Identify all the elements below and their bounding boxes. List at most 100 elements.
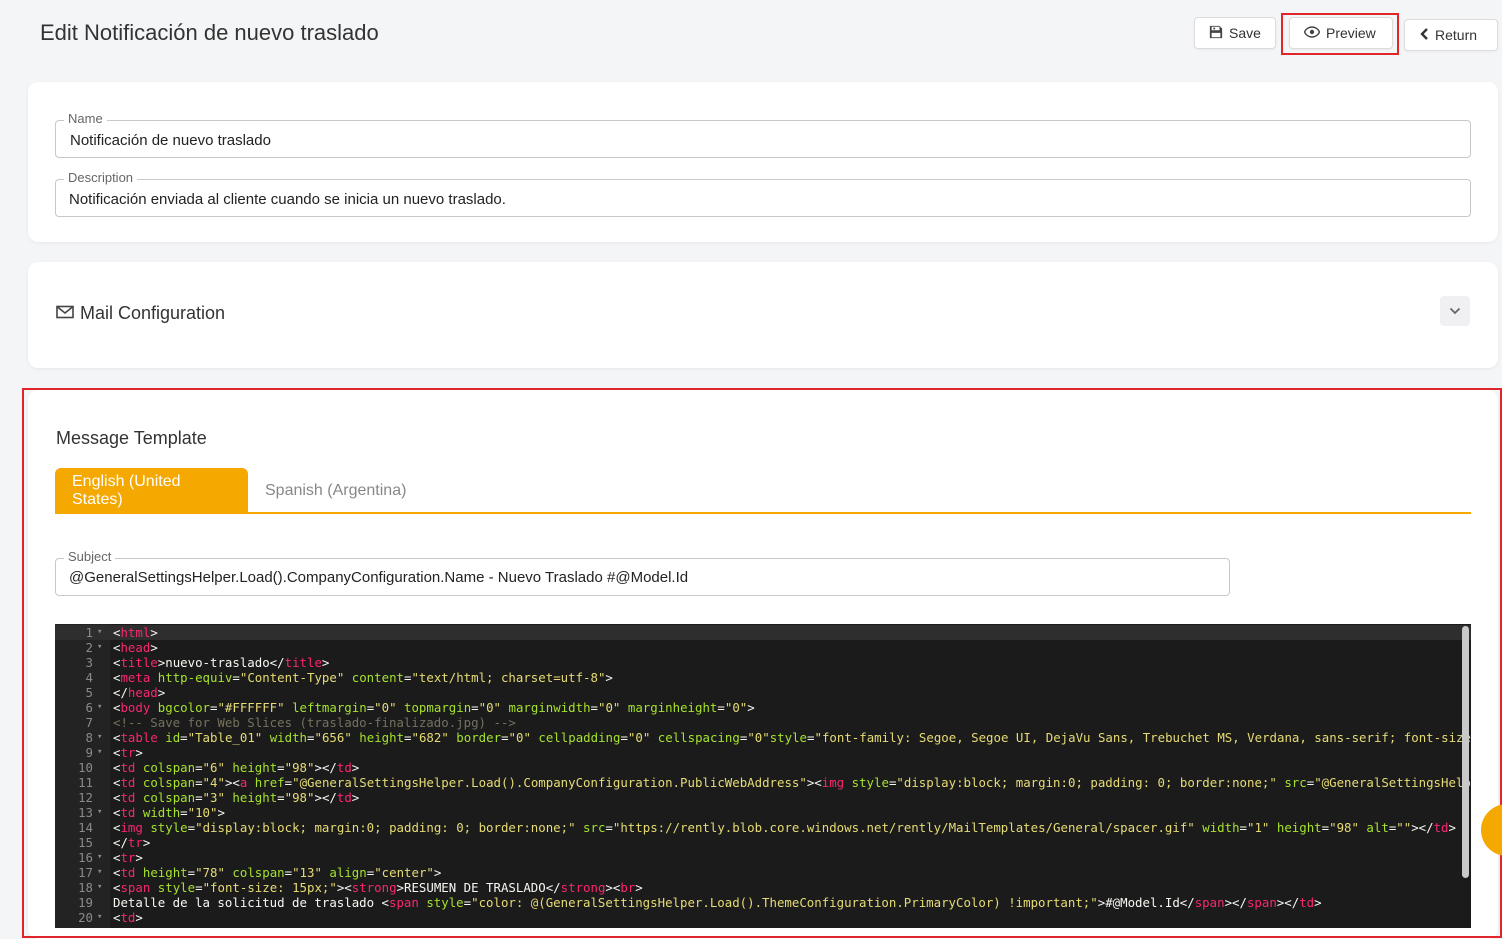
- tab-english[interactable]: English (United States): [55, 468, 248, 514]
- code-text: Detalle de la solicitud de traslado <spa…: [113, 895, 1322, 910]
- code-line: 19 Detalle de la solicitud de traslado <s…: [55, 895, 1471, 910]
- code-text: <img style="display:block; margin:0; pad…: [113, 820, 1456, 835]
- code-line: 18 ▾ <span style="font-size: 15px;"><stron…: [55, 880, 1471, 895]
- line-number: 5: [85, 685, 93, 700]
- code-text: <td height="78" colspan="13" align="cent…: [113, 865, 442, 880]
- code-line: 6 ▾ <body bgcolor="#FFFFFF" leftmargin="0"…: [55, 700, 1471, 715]
- name-field[interactable]: Name Notificación de nuevo traslado: [55, 111, 1471, 158]
- line-number: 2: [85, 640, 93, 655]
- code-text: <html>: [113, 625, 158, 640]
- code-text: <meta http-equiv="Content-Type" content=…: [113, 670, 613, 685]
- name-field-label: Name: [64, 111, 107, 126]
- chevron-down-icon: [1449, 302, 1461, 320]
- mail-configuration-card[interactable]: Mail Configuration: [28, 262, 1498, 368]
- code-line: 12 <td colspan="3" height="98"></td>: [55, 790, 1471, 805]
- name-field-value: Notificación de nuevo traslado: [70, 132, 271, 149]
- code-editor[interactable]: 1 ▾ <html> 2 ▾ <head> 3 <title>nuevo-traslado</…: [55, 624, 1471, 928]
- mail-configuration-title: Mail Configuration: [80, 303, 226, 323]
- line-number: 4: [85, 670, 93, 685]
- code-line: 1 ▾ <html>: [55, 625, 1471, 640]
- mail-configuration-header[interactable]: Mail Configuration: [56, 303, 225, 324]
- general-info-card: Name Notificación de nuevo traslado Desc…: [28, 82, 1498, 242]
- editor-scrollbar[interactable]: [1462, 626, 1469, 878]
- code-text: </tr>: [113, 835, 151, 850]
- code-line: 3 <title>nuevo-traslado</title>: [55, 655, 1471, 670]
- message-template-card: Message Template English (United States)…: [28, 390, 1498, 939]
- fold-arrow-icon[interactable]: ▾: [97, 730, 102, 745]
- line-number: 18: [78, 880, 93, 895]
- code-line: 8 ▾ <table id="Table_01" width="656" heigh…: [55, 730, 1471, 745]
- code-line: 14 <img style="display:block; margin:0; p…: [55, 820, 1471, 835]
- code-line: 20 ▾ <td>: [55, 910, 1471, 925]
- line-number: 16: [78, 850, 93, 865]
- code-line: 2 ▾ <head>: [55, 640, 1471, 655]
- subject-field[interactable]: Subject @GeneralSettingsHelper.Load().Co…: [55, 549, 1230, 596]
- code-text: <td>: [113, 910, 143, 925]
- code-text: <title>nuevo-traslado</title>: [113, 655, 330, 670]
- preview-button[interactable]: Preview: [1289, 17, 1393, 49]
- code-line: 4 <meta http-equiv="Content-Type" content…: [55, 670, 1471, 685]
- code-text: </head>: [113, 685, 166, 700]
- fold-arrow-icon[interactable]: ▾: [97, 805, 102, 820]
- fold-arrow-icon[interactable]: ▾: [97, 625, 102, 640]
- line-number: 6: [85, 700, 93, 715]
- code-line: 9 ▾ <tr>: [55, 745, 1471, 760]
- line-number: 8: [85, 730, 93, 745]
- code-line: 16 ▾ <tr>: [55, 850, 1471, 865]
- line-number: 12: [78, 790, 93, 805]
- save-button[interactable]: Save: [1194, 17, 1276, 49]
- code-text: <body bgcolor="#FFFFFF" leftmargin="0" t…: [113, 700, 755, 715]
- chevron-left-icon: [1419, 27, 1429, 43]
- line-number: 14: [78, 820, 93, 835]
- code-line: 17 ▾ <td height="78" colspan="13" align="c…: [55, 865, 1471, 880]
- fold-arrow-icon[interactable]: ▾: [97, 910, 102, 925]
- code-text: <tr>: [113, 745, 143, 760]
- line-number: 7: [85, 715, 93, 730]
- return-button[interactable]: Return: [1404, 19, 1498, 51]
- code-line: 7 <!-- Save for Web Slices (traslado-fina…: [55, 715, 1471, 730]
- preview-button-label: Preview: [1326, 25, 1376, 41]
- code-line: 10 <td colspan="6" height="98"></td>: [55, 760, 1471, 775]
- description-field-label: Description: [64, 170, 138, 185]
- line-number: 9: [85, 745, 93, 760]
- fold-arrow-icon[interactable]: ▾: [97, 745, 102, 760]
- subject-field-value: @GeneralSettingsHelper.Load().CompanyCon…: [69, 569, 689, 586]
- line-number: 11: [78, 775, 93, 790]
- code-line: 13 ▾ <td width="10">: [55, 805, 1471, 820]
- code-line: 11 <td colspan="4"><a href="@GeneralSetti…: [55, 775, 1471, 790]
- code-line: 5 </head>: [55, 685, 1471, 700]
- fold-arrow-icon[interactable]: ▾: [97, 880, 102, 895]
- line-number: 15: [78, 835, 93, 850]
- code-text: <head>: [113, 640, 158, 655]
- mail-configuration-toggle[interactable]: [1440, 296, 1470, 326]
- tab-spanish[interactable]: Spanish (Argentina): [248, 468, 423, 514]
- code-line: 15 </tr>: [55, 835, 1471, 850]
- description-field[interactable]: Description Notificación enviada al clie…: [55, 170, 1471, 217]
- fold-arrow-icon[interactable]: ▾: [97, 640, 102, 655]
- save-button-label: Save: [1229, 25, 1261, 41]
- description-field-value: Notificación enviada al cliente cuando s…: [69, 191, 506, 208]
- line-number: 3: [85, 655, 93, 670]
- line-number: 20: [78, 910, 93, 925]
- envelope-icon: [56, 303, 74, 324]
- subject-field-label: Subject: [64, 549, 116, 564]
- message-template-title: Message Template: [56, 428, 207, 448]
- floppy-disk-icon: [1209, 25, 1223, 42]
- code-text: <td colspan="3" height="98"></td>: [113, 790, 360, 805]
- page-title: Edit Notificación de nuevo traslado: [40, 20, 379, 45]
- language-tabs: English (United States) Spanish (Argenti…: [55, 468, 1471, 514]
- code-text: <td colspan="6" height="98"></td>: [113, 760, 360, 775]
- return-button-label: Return: [1435, 27, 1478, 43]
- line-number: 10: [78, 760, 93, 775]
- code-text: <td width="10">: [113, 805, 225, 820]
- code-text: <table id="Table_01" width="656" height=…: [113, 730, 1471, 745]
- line-number: 17: [78, 865, 93, 880]
- fold-arrow-icon[interactable]: ▾: [97, 865, 102, 880]
- line-number: 1: [85, 625, 93, 640]
- fold-arrow-icon[interactable]: ▾: [97, 700, 102, 715]
- line-number: 19: [78, 895, 93, 910]
- line-number: 13: [78, 805, 93, 820]
- code-text: <span style="font-size: 15px;"><strong>R…: [113, 880, 643, 895]
- code-text: <td colspan="4"><a href="@GeneralSetting…: [113, 775, 1471, 790]
- fold-arrow-icon[interactable]: ▾: [97, 850, 102, 865]
